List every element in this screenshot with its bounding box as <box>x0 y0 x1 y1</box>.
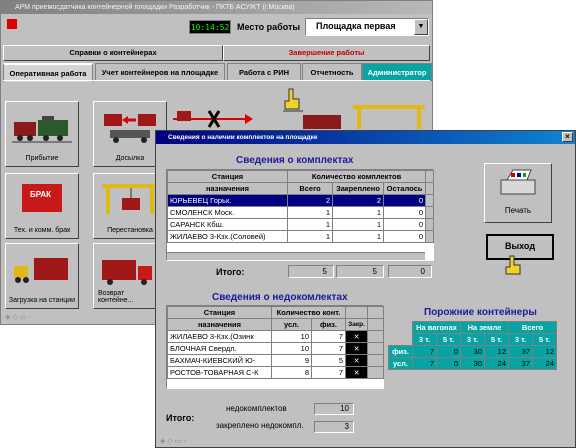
tile-arrival-label: Прибытие <box>25 155 59 162</box>
table-row[interactable]: БАХМАЧ-КИЕВСКИЙ Ю- 9 5 ✕ <box>167 354 385 367</box>
inc-col-station-2: назначения <box>167 318 272 331</box>
defect-icon <box>22 184 62 212</box>
col-station-2: назначения <box>167 182 288 195</box>
tab-divider <box>3 80 430 81</box>
tile-peek-crane-icon <box>349 101 431 129</box>
complete-table: Станция Количество комплектов назначения В… <box>166 169 435 261</box>
incomplete-itogo-label: Итого: <box>166 413 195 423</box>
tile-defect[interactable]: БРАК Тех. и комм. брак <box>5 173 79 239</box>
inc-col-station-1: Станция <box>167 306 272 319</box>
clock: 10:14:52 <box>189 20 231 34</box>
tile-peek-container-icon <box>301 109 345 131</box>
table-row[interactable]: ЖИЛАЕВО 3-Кзх.(Озинк 10 7 ✕ <box>167 330 385 343</box>
fix-checkbox[interactable]: ✕ <box>345 330 369 343</box>
tab-container-accounting[interactable]: Учет контейнеров на площадке <box>95 63 225 81</box>
print-button[interactable]: Печать <box>484 163 552 223</box>
incomplete-heading: Сведения о недокомлектах <box>212 292 348 303</box>
workplace-select[interactable]: Площадка первая ▼ <box>305 18 429 36</box>
empty-table: На вагонах На земле Всего 3 т. 5 т. 3 т. 5 т.… <box>388 321 557 370</box>
nedokompl-label: недокомплектов <box>226 404 287 413</box>
fix-checkbox[interactable]: ✕ <box>345 366 369 379</box>
tab-admin[interactable]: Администратор <box>362 63 432 81</box>
table-row[interactable]: ЮРЬЕВЕЦ Горьк. 2 2 0 <box>167 194 435 207</box>
print-label: Печать <box>504 206 532 215</box>
inc-col-qty: Количество конт. <box>270 306 347 319</box>
app-icon <box>7 19 17 29</box>
tab-reports[interactable]: Отчетность <box>302 63 362 81</box>
tile-arrival[interactable]: Прибытие <box>5 101 79 167</box>
fix-checkbox[interactable]: ✕ <box>345 354 369 367</box>
tile-return[interactable]: Возврат контейне... <box>93 243 159 309</box>
crane-icon <box>102 184 158 214</box>
table-row[interactable]: САРАНСК Кбш. 1 1 0 <box>167 218 435 231</box>
inc-col-cond: усл. <box>271 318 312 331</box>
complete-itogo-label: Итого: <box>216 267 245 277</box>
horizontal-scrollbar[interactable] <box>167 252 425 260</box>
empty-heading: Порожние контейнеры <box>424 307 537 318</box>
table-row[interactable]: СМОЛЕНСК Моск. 1 1 0 <box>167 206 435 219</box>
dialog-status-icons: ◈ ◇ ▭ ◦ <box>160 438 186 445</box>
hand-pointer-icon <box>504 255 522 279</box>
col-station-1: Станция <box>167 170 288 183</box>
group-ground: На земле <box>460 321 509 334</box>
inc-col-phys: физ. <box>310 318 347 331</box>
incomplete-table: Станция Количество конт. назначения усл. фи… <box>166 305 385 389</box>
workplace-label: Место работы <box>237 22 301 32</box>
transfer-icon <box>169 105 257 133</box>
complete-heading: Сведения о комплектах <box>236 155 354 166</box>
train-arrival-icon <box>12 116 72 143</box>
return-truck-icon <box>102 260 152 285</box>
resend-icon <box>104 114 156 143</box>
group-wagons: На вагонах <box>412 321 461 334</box>
row-cond-label: усл. <box>388 357 413 370</box>
loader-icon <box>14 258 68 283</box>
menu-container-info[interactable]: Справки о контейнерах <box>3 45 223 61</box>
group-total: Всего <box>508 321 557 334</box>
hand-pointer-icon <box>283 87 303 113</box>
table-row[interactable]: ЖИЛАЕВО 3-Кзх.(Соловей) 1 1 0 <box>167 230 435 243</box>
exit-label: Выход <box>504 241 536 251</box>
close-icon[interactable]: × <box>562 132 573 142</box>
kits-dialog: Сведения о наличии комплектов на площадк… <box>155 130 576 448</box>
col-total: Всего <box>287 182 333 195</box>
chevron-down-icon[interactable]: ▼ <box>414 19 428 35</box>
main-title-bar: АРМ приемосдатчика контейнерной площадки… <box>1 1 432 14</box>
nedokompl-value: 10 <box>314 403 354 415</box>
dialog-title-bar: Сведения о наличии комплектов на площадк… <box>156 131 575 144</box>
complete-itogo-fixed: 5 <box>336 265 384 278</box>
fix-checkbox[interactable]: ✕ <box>345 342 369 355</box>
printer-icon <box>500 169 536 195</box>
inc-col-fix: Закр. <box>345 318 369 331</box>
tile-station-loading-label: Загрузка на станции <box>8 297 76 304</box>
zakrepleno-label: закреплено недокомпл. <box>216 421 304 430</box>
complete-itogo-total: 5 <box>288 265 334 278</box>
zakrepleno-value: 3 <box>314 421 354 433</box>
col-fixed: Закреплено <box>332 182 384 195</box>
complete-itogo-left: 0 <box>388 265 432 278</box>
brak-sign: БРАК <box>30 190 52 199</box>
main-title: АРМ приемосдатчика контейнерной площадки… <box>15 4 295 11</box>
tab-rin[interactable]: Работа с РИН <box>227 63 301 81</box>
status-icons: ◈ ◇ ▭ ◦ <box>5 314 31 321</box>
tile-defect-label: Тех. и комм. брак <box>13 227 71 234</box>
table-row[interactable]: БЛОЧНАЯ Свердл. 10 7 ✕ <box>167 342 385 355</box>
tile-return-label: Возврат контейне... <box>98 290 134 304</box>
row-phys-label: физ. <box>388 345 413 358</box>
table-row[interactable]: РОСТОВ-ТОВАРНАЯ С-К 8 7 ✕ <box>167 366 385 379</box>
workplace-value: Площадка первая <box>316 21 396 31</box>
col-qty: Количество комплектов <box>286 170 427 183</box>
tile-station-loading[interactable]: Загрузка на станции <box>5 243 79 309</box>
dialog-title: Сведения о наличии комплектов на площадк… <box>168 134 318 141</box>
menu-finish-work[interactable]: Завершение работы <box>223 45 430 61</box>
col-left: Осталось <box>382 182 427 195</box>
